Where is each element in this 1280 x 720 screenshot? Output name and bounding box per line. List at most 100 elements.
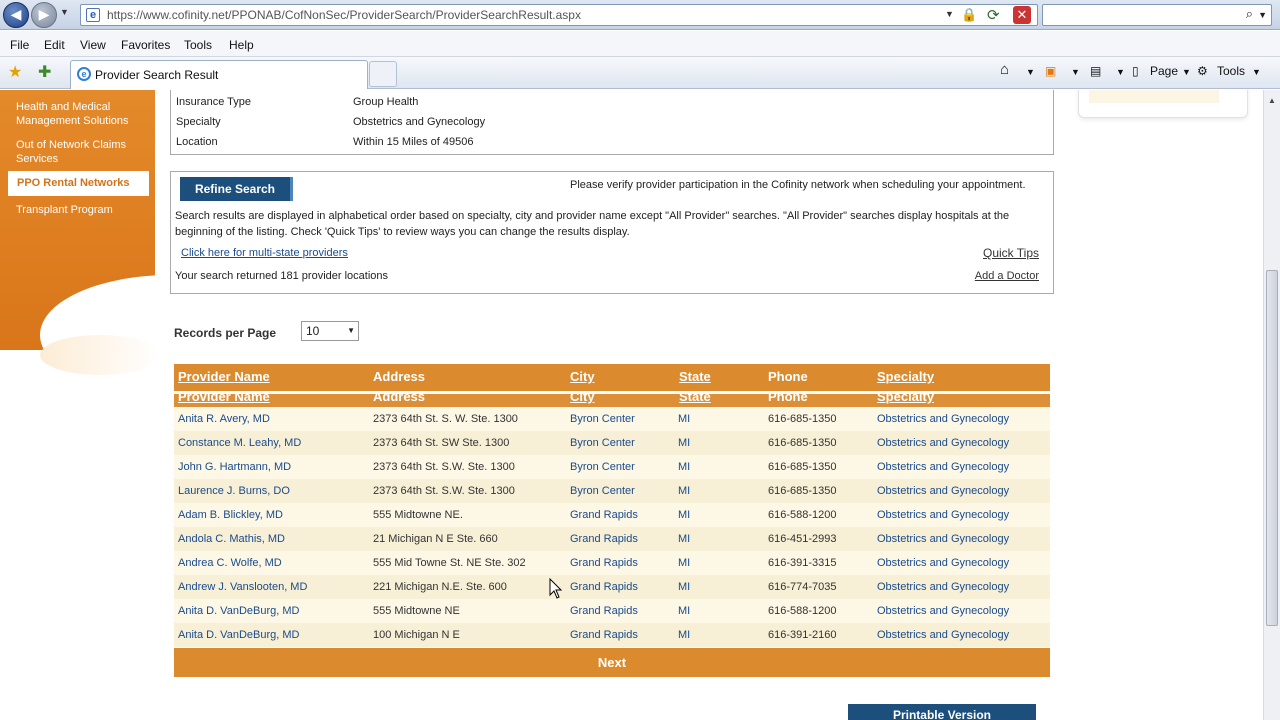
results-description: Search results are displayed in alphabet…: [175, 210, 1010, 238]
table-body: Anita R. Avery, MD 2373 64th St. S. W. S…: [174, 407, 1050, 647]
table-row: Andola C. Mathis, MD 21 Michigan N E Ste…: [174, 527, 1050, 551]
col-city[interactable]: City: [570, 369, 595, 384]
table-row: Laurence J. Burns, DO 2373 64th St. S.W.…: [174, 479, 1050, 503]
add-doctor-link[interactable]: Add a Doctor: [975, 270, 1039, 282]
menu-file[interactable]: File: [10, 38, 29, 52]
page-icon: e: [86, 8, 100, 22]
search-box[interactable]: ⌕ ▼: [1042, 4, 1272, 26]
col-provider-name: Provider Name: [178, 391, 270, 404]
address-cell: 221 Michigan N.E. Ste. 600: [373, 581, 507, 593]
search-icon[interactable]: ⌕: [1246, 7, 1253, 22]
refresh-icon[interactable]: ⟳: [987, 6, 1005, 24]
provider-link[interactable]: John G. Hartmann, MD: [178, 461, 291, 473]
col-state[interactable]: State: [679, 369, 711, 384]
home-dropdown-icon[interactable]: ▼: [1026, 67, 1035, 77]
search-input[interactable]: [1047, 6, 1227, 24]
table-row: John G. Hartmann, MD 2373 64th St. S.W. …: [174, 455, 1050, 479]
favorites-star-icon[interactable]: ★: [8, 62, 22, 81]
forward-button[interactable]: ▶: [31, 2, 57, 28]
page-menu[interactable]: Page: [1150, 64, 1178, 78]
city-cell: Grand Rapids: [570, 629, 638, 641]
quick-tips-link[interactable]: Quick Tips: [983, 246, 1039, 260]
home-icon[interactable]: ⌂: [1000, 61, 1009, 78]
sidebar-item-transplant[interactable]: Transplant Program: [16, 203, 146, 217]
state-cell: MI: [678, 557, 691, 569]
menu-favorites[interactable]: Favorites: [121, 38, 170, 52]
phone-cell: 616-774-7035: [768, 581, 837, 593]
phone-cell: 616-588-1200: [768, 509, 837, 521]
menu-help[interactable]: Help: [229, 38, 254, 52]
search-dropdown-icon[interactable]: ▼: [1258, 10, 1267, 20]
provider-link[interactable]: Anita D. VanDeBurg, MD: [178, 605, 299, 617]
specialty-cell: Obstetrics and Gynecology: [877, 437, 1010, 449]
col-phone: Phone: [768, 391, 808, 404]
state-cell: MI: [678, 437, 691, 449]
tab-provider-search[interactable]: e Provider Search Result: [70, 60, 368, 89]
url-dropdown-icon[interactable]: ▼: [945, 9, 954, 19]
sidebar-item-health[interactable]: Health and Medical Management Solutions: [16, 100, 146, 128]
provider-link[interactable]: Andrew J. Vanslooten, MD: [178, 581, 307, 593]
page-dropdown-icon[interactable]: ▼: [1182, 67, 1191, 77]
provider-link[interactable]: Andola C. Mathis, MD: [178, 533, 285, 545]
tools-menu[interactable]: Tools: [1217, 64, 1245, 78]
col-specialty: Specialty: [877, 391, 935, 404]
provider-link[interactable]: Laurence J. Burns, DO: [178, 485, 290, 497]
tools-dropdown-icon[interactable]: ▼: [1252, 67, 1261, 77]
provider-link[interactable]: Adam B. Blickley, MD: [178, 509, 283, 521]
url-field[interactable]: e https://www.cofinity.net/PPONAB/CofNon…: [80, 4, 1038, 26]
right-panel-box: [1078, 90, 1248, 118]
print-dropdown-icon[interactable]: ▼: [1116, 67, 1125, 77]
add-favorite-icon[interactable]: ✚: [38, 62, 51, 81]
lock-icon[interactable]: 🔒: [961, 7, 977, 23]
page-icon[interactable]: ▯: [1132, 64, 1139, 78]
menu-view[interactable]: View: [80, 38, 106, 52]
menu-tools[interactable]: Tools: [184, 38, 212, 52]
records-per-page-select[interactable]: 10 ▼: [301, 321, 359, 341]
address-cell: 100 Michigan N E: [373, 629, 460, 641]
scrollbar-thumb[interactable]: [1266, 270, 1278, 626]
sidebar-item-out-of-network[interactable]: Out of Network Claims Services: [16, 138, 146, 166]
phone-cell: 616-685-1350: [768, 461, 837, 473]
specialty-cell: Obstetrics and Gynecology: [877, 413, 1010, 425]
criteria-label: Location: [176, 136, 218, 148]
table-row: Constance M. Leahy, MD 2373 64th St. SW …: [174, 431, 1050, 455]
stop-icon[interactable]: ✕: [1013, 6, 1031, 24]
back-button[interactable]: ◀: [3, 2, 29, 28]
menu-bar: File Edit View Favorites Tools Help: [0, 31, 1280, 57]
phone-cell: 616-685-1350: [768, 413, 837, 425]
provider-link[interactable]: Andrea C. Wolfe, MD: [178, 557, 282, 569]
sidebar-item-ppo[interactable]: PPO Rental Networks: [8, 171, 149, 196]
next-page-button[interactable]: Next: [174, 648, 1050, 677]
col-specialty[interactable]: Specialty: [877, 369, 934, 384]
multi-state-link[interactable]: Click here for multi-state providers: [181, 247, 348, 259]
table-row: Adam B. Blickley, MD 555 Midtowne NE. Gr…: [174, 503, 1050, 527]
provider-link[interactable]: Anita D. VanDeBurg, MD: [178, 629, 299, 641]
menu-edit[interactable]: Edit: [44, 38, 65, 52]
address-cell: 2373 64th St. S.W. Ste. 1300: [373, 485, 515, 497]
records-per-page-label: Records per Page: [174, 326, 277, 340]
specialty-cell: Obstetrics and Gynecology: [877, 533, 1010, 545]
address-cell: 2373 64th St. SW Ste. 1300: [373, 437, 510, 449]
address-cell: 555 Midtowne NE: [373, 605, 460, 617]
address-cell: 555 Midtowne NE.: [373, 509, 463, 521]
history-dropdown-icon[interactable]: ▼: [60, 7, 69, 17]
col-provider-name[interactable]: Provider Name: [178, 369, 270, 384]
gear-icon[interactable]: ⚙: [1197, 64, 1208, 78]
phone-cell: 616-451-2993: [768, 533, 837, 545]
phone-cell: 616-588-1200: [768, 605, 837, 617]
table-row: Andrew J. Vanslooten, MD 221 Michigan N.…: [174, 575, 1050, 599]
results-table: Provider Name Address City State Phone S…: [174, 364, 1050, 677]
printable-version-button[interactable]: Printable Version: [848, 704, 1036, 720]
print-icon[interactable]: ▤: [1090, 64, 1101, 78]
url-text[interactable]: https://www.cofinity.net/PPONAB/CofNonSe…: [107, 8, 581, 22]
provider-link[interactable]: Anita R. Avery, MD: [178, 413, 270, 425]
provider-link[interactable]: Constance M. Leahy, MD: [178, 437, 301, 449]
new-tab-button[interactable]: [369, 61, 397, 87]
rss-dropdown-icon[interactable]: ▼: [1071, 67, 1080, 77]
rss-icon[interactable]: ▣: [1045, 64, 1056, 78]
scroll-up-icon[interactable]: ▲: [1268, 96, 1276, 105]
vertical-scrollbar[interactable]: ▲: [1263, 90, 1280, 720]
state-cell: MI: [678, 605, 691, 617]
city-cell: Byron Center: [570, 461, 635, 473]
refine-search-button[interactable]: Refine Search: [180, 177, 293, 201]
